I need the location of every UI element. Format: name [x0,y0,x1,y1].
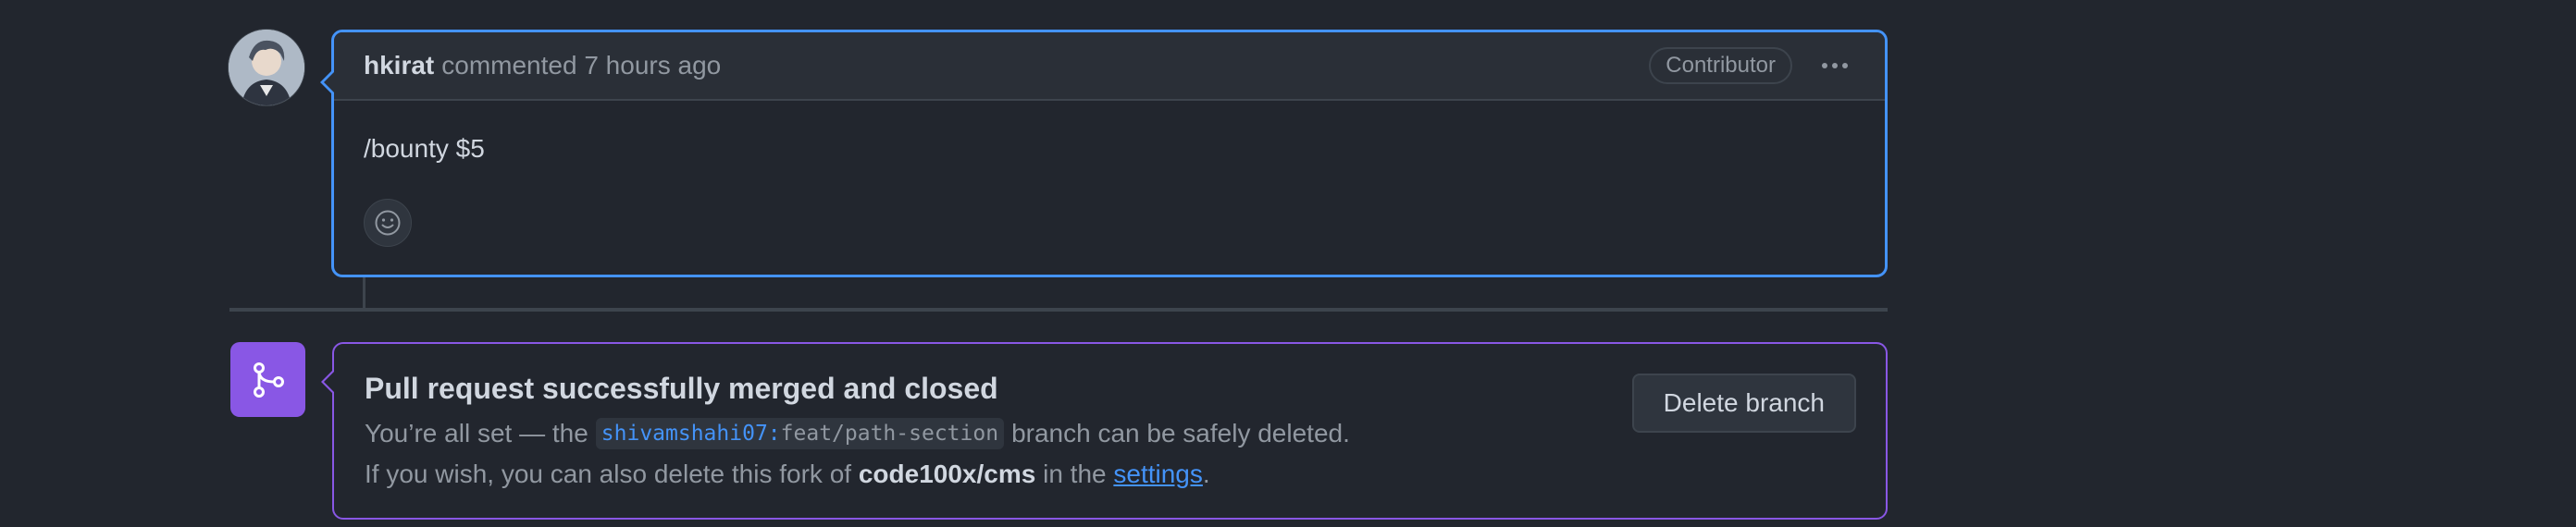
branch-owner: shivamshahi07 [601,422,768,446]
merge-pointer [321,370,334,394]
author-avatar[interactable] [229,30,304,105]
contributor-badge: Contributor [1649,47,1792,84]
git-merge-glyph [253,362,284,398]
branch-message-prefix: You’re all set — the [365,419,588,447]
kebab-dot [1822,63,1827,68]
avatar-image [229,30,304,105]
fork-message-mid: in the [1043,460,1107,488]
smiley-icon [375,210,401,236]
add-reaction-button[interactable] [364,199,412,247]
repo-name: code100x/cms [858,460,1036,488]
git-merge-icon [230,342,305,417]
comment-author[interactable]: hkirat [364,51,434,80]
comment-timestamp[interactable]: commented 7 hours ago [441,51,721,80]
branch-separator: : [767,422,781,446]
delete-branch-button[interactable]: Delete branch [1631,374,1856,433]
comment-pointer [320,69,334,95]
merge-branch-message: You’re all set — the shivamshahi07:feat/… [365,418,1350,449]
comment-body: /bounty $5 [364,134,485,163]
pr-timeline: hkirat commented 7 hours ago Contributor… [0,0,2576,527]
timeline-divider [229,308,1888,312]
fork-message: If you wish, you can also delete this fo… [365,460,1210,489]
kebab-dot [1832,63,1838,68]
branch-ref[interactable]: shivamshahi07:feat/path-section [595,418,1005,449]
timeline-connector [363,277,365,309]
fork-message-suffix: . [1202,460,1210,488]
comment-card: hkirat commented 7 hours ago Contributor… [320,30,1888,277]
fork-message-prefix: If you wish, you can also delete this fo… [365,460,852,488]
settings-link[interactable]: settings [1113,460,1203,488]
kebab-dot [1842,63,1848,68]
merge-title: Pull request successfully merged and clo… [365,372,998,405]
branch-name: feat/path-section [780,422,999,446]
merge-status-box: Pull request successfully merged and clo… [321,342,1888,520]
kebab-horizontal-icon[interactable] [1814,57,1855,74]
branch-message-suffix: branch can be safely deleted. [1011,419,1350,447]
comment-header: hkirat commented 7 hours ago Contributor [334,32,1885,101]
